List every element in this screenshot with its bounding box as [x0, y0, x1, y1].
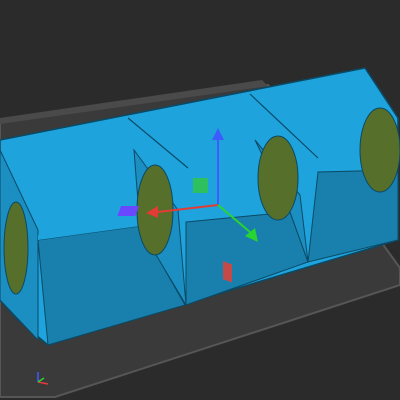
xy-plane-handle[interactable] [117, 206, 140, 216]
left-end-hole [3, 201, 29, 295]
3d-viewport[interactable] [0, 0, 400, 400]
divider-2-hole [257, 135, 299, 221]
scene-canvas[interactable] [0, 0, 400, 400]
xz-plane-handle[interactable] [193, 178, 208, 193]
right-end-hole [359, 107, 400, 193]
yz-plane-handle[interactable] [223, 261, 232, 283]
